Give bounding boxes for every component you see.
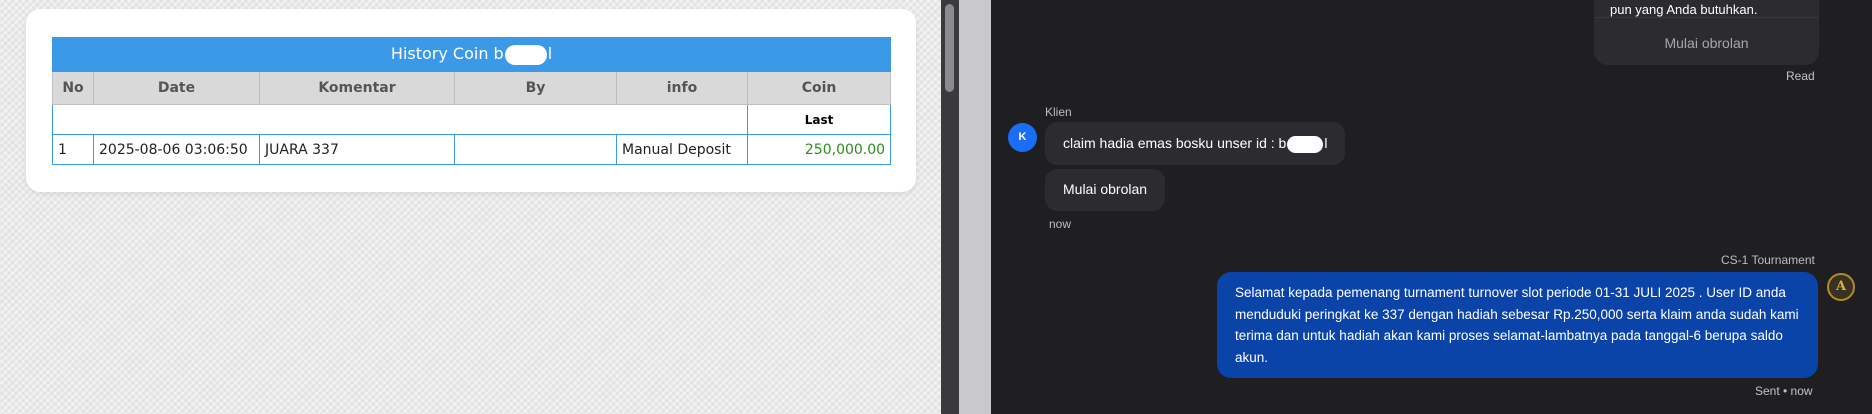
history-coin-table: History Coin bl No Date Komentar By info… xyxy=(51,37,892,165)
column-header-coin: Coin xyxy=(746,71,892,105)
previous-message-text: pun yang Anda butuhkan. xyxy=(1610,2,1758,17)
column-header-komentar: Komentar xyxy=(259,71,455,105)
client-sender-name: Klien xyxy=(1045,105,1072,119)
previous-message-bubble: pun yang Anda butuhkan. Mulai obrolan xyxy=(1594,0,1819,65)
bubble-divider xyxy=(1594,17,1819,18)
redacted-user-id xyxy=(1287,135,1324,153)
column-header-date: Date xyxy=(93,71,260,105)
client-message-bubble: claim hadia emas bosku unser id : bl xyxy=(1045,122,1346,165)
agent-sender-name: CS-1 Tournament xyxy=(1721,253,1815,267)
cell-date: 2025-08-06 03:06:50 xyxy=(93,134,260,165)
read-status: Read xyxy=(1786,69,1815,83)
column-header-by: By xyxy=(454,71,617,105)
table-header-row: No Date Komentar By info Coin xyxy=(52,71,892,105)
cell-info: Manual Deposit xyxy=(616,134,748,165)
column-header-no: No xyxy=(52,71,94,105)
client-message-time: now xyxy=(1049,217,1072,231)
client-avatar: K xyxy=(1008,123,1037,152)
cell-by xyxy=(454,134,617,165)
history-pane: History Coin bl No Date Komentar By info… xyxy=(0,0,941,414)
sent-status: Sent • now xyxy=(1755,384,1813,398)
start-chat-button[interactable]: Mulai obrolan xyxy=(1594,35,1819,51)
redacted-username xyxy=(504,44,547,65)
last-summary-row: Last xyxy=(52,104,892,135)
pane-divider xyxy=(959,0,991,414)
cell-no: 1 xyxy=(52,134,94,165)
last-summary-spacer xyxy=(52,104,748,135)
table-title: History Coin bl xyxy=(51,37,892,72)
table-title-row: History Coin bl xyxy=(51,37,892,72)
last-label: Last xyxy=(746,104,892,135)
left-scrollbar-thumb[interactable] xyxy=(945,4,954,92)
chat-pane: pun yang Anda butuhkan. Mulai obrolan Re… xyxy=(991,0,1872,414)
column-header-info: info xyxy=(616,71,748,105)
agent-message-bubble: Selamat kepada pemenang turnament turnov… xyxy=(1217,272,1818,378)
cell-coin: 250,000.00 xyxy=(746,134,892,165)
client-start-chat-button[interactable]: Mulai obrolan xyxy=(1045,169,1166,211)
cell-komentar: JUARA 337 xyxy=(259,134,455,165)
agent-avatar: A xyxy=(1827,273,1855,301)
table-row: 1 2025-08-06 03:06:50 JUARA 337 Manual D… xyxy=(52,134,892,165)
